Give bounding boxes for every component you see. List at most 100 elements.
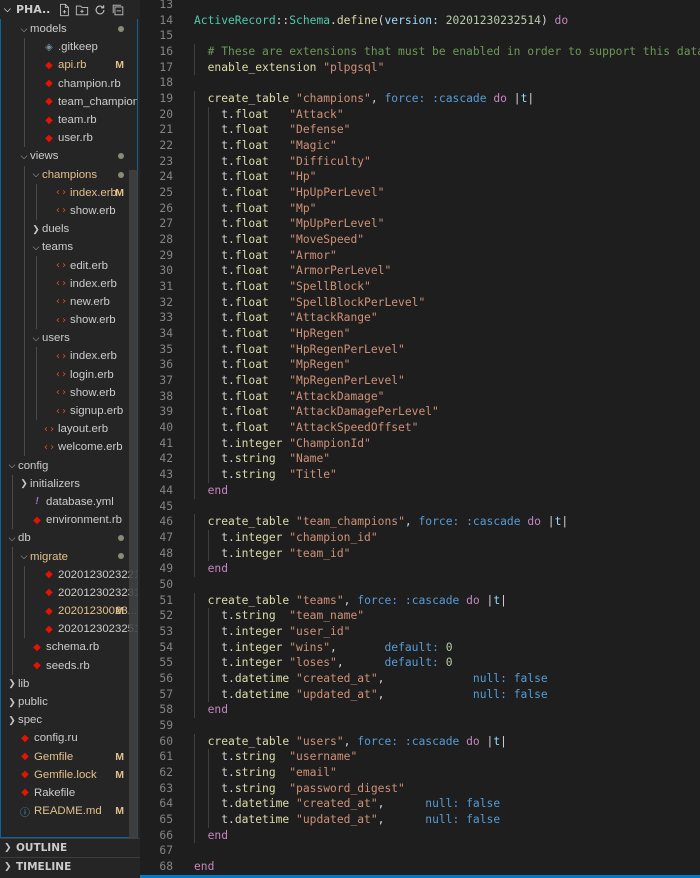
- folder-item[interactable]: ⌵ teams: [1, 238, 137, 256]
- code-line[interactable]: 14 ActiveRecord::Schema.define(version: 2…: [140, 13, 700, 29]
- code-line[interactable]: 61 t.string "username": [140, 749, 700, 765]
- code-line[interactable]: 50: [140, 577, 700, 593]
- file-item[interactable]: ◆ 20201230232316...: [1, 584, 137, 602]
- folder-item[interactable]: ❯ lib: [1, 675, 137, 693]
- file-item[interactable]: ◆ seeds.rb: [1, 657, 137, 675]
- code-line[interactable]: 24 t.float "Hp": [140, 169, 700, 186]
- code-line[interactable]: 67: [140, 843, 700, 859]
- code-line[interactable]: 20 t.float "Attack": [140, 106, 700, 123]
- file-item[interactable]: ◆ team.rb: [1, 111, 137, 129]
- file-item[interactable]: ◈ .gitkeep: [1, 38, 137, 56]
- code-line[interactable]: 44 end: [140, 482, 700, 499]
- code-line[interactable]: 18: [140, 75, 700, 91]
- code-line[interactable]: 49 end: [140, 561, 700, 577]
- folder-item[interactable]: ⌵ views: [1, 147, 137, 165]
- file-item[interactable]: ◆ 20201230232217...: [1, 566, 137, 584]
- code-line[interactable]: 40 t.float "AttackSpeedOffset": [140, 420, 700, 436]
- code-line[interactable]: 26 t.float "Mp": [140, 200, 700, 217]
- code-line[interactable]: 53 t.integer "user_id": [140, 623, 700, 640]
- file-item[interactable]: ‹› show.erb: [1, 202, 137, 220]
- timeline-panel-header[interactable]: ❯ TIMELINE: [0, 857, 140, 876]
- code-line[interactable]: 19 create_table "champions", force: :cas…: [140, 91, 700, 107]
- file-item[interactable]: ‹› show.erb: [1, 311, 137, 329]
- code-line[interactable]: 38 t.float "AttackDamage": [140, 388, 700, 405]
- code-line[interactable]: 48 t.integer "team_id": [140, 545, 700, 562]
- code-line[interactable]: 43 t.string "Title": [140, 467, 700, 483]
- code-line[interactable]: 16 # These are extensions that must be e…: [140, 44, 700, 60]
- code-line[interactable]: 63 t.string "password_digest": [140, 780, 700, 797]
- file-item[interactable]: ◆ Gemfile.lock M: [1, 766, 137, 784]
- code-line[interactable]: 23 t.float "Difficulty": [140, 153, 700, 170]
- code-line[interactable]: 60 create_table "users", force: :cascade…: [140, 733, 700, 750]
- code-line[interactable]: 45: [140, 499, 700, 515]
- code-line[interactable]: 66 end: [140, 827, 700, 844]
- file-item[interactable]: ◆ api.rb M: [1, 56, 137, 74]
- file-item[interactable]: ◆ environment.rb: [1, 511, 137, 529]
- code-line[interactable]: 55 t.integer "loses", default: 0: [140, 655, 700, 671]
- code-line[interactable]: 25 t.float "HpUpPerLevel": [140, 185, 700, 201]
- file-item[interactable]: ◆ Gemfile M: [1, 748, 137, 766]
- refresh-icon[interactable]: [92, 2, 107, 17]
- code-line[interactable]: 27 t.float "MpUpPerLevel": [140, 216, 700, 233]
- outline-panel-header[interactable]: ❯ OUTLINE: [0, 838, 140, 857]
- folder-item[interactable]: ⌵ models: [1, 20, 137, 38]
- code-line[interactable]: 39 t.float "AttackDamagePerLevel": [140, 404, 700, 421]
- code-line[interactable]: 29 t.float "Armor": [140, 247, 700, 264]
- code-line[interactable]: 64 t.datetime "created_at", null: false: [140, 796, 700, 812]
- file-item[interactable]: ‹› signup.erb: [1, 402, 137, 420]
- code-editor[interactable]: 13 14 ActiveRecord::Schema.define(version:…: [140, 0, 700, 878]
- explorer-header[interactable]: ⌵ PHA...: [0, 0, 140, 19]
- file-item[interactable]: ‹› welcome.erb: [1, 438, 137, 456]
- file-item[interactable]: ◆ 20201230232514...: [1, 620, 137, 638]
- file-item[interactable]: ◆ Rakefile: [1, 784, 137, 802]
- file-item[interactable]: ◆ config.ru: [1, 729, 137, 747]
- code-line[interactable]: 68 end: [140, 859, 700, 875]
- code-line[interactable]: 22 t.float "Magic": [140, 138, 700, 154]
- folder-item[interactable]: ❯ initializers: [1, 475, 137, 493]
- sidebar-scrollbar[interactable]: [129, 170, 138, 838]
- file-item[interactable]: ‹› show.erb: [1, 384, 137, 402]
- file-item[interactable]: ‹› new.erb: [1, 293, 137, 311]
- file-item[interactable]: ◆ user.rb: [1, 129, 137, 147]
- code-line[interactable]: 57 t.datetime "updated_at", null: false: [140, 686, 700, 703]
- code-line[interactable]: 37 t.float "MpRegenPerLevel": [140, 373, 700, 389]
- code-line[interactable]: 15: [140, 28, 700, 44]
- file-item[interactable]: ‹› edit.erb: [1, 256, 137, 274]
- code-line[interactable]: 33 t.float "AttackRange": [140, 310, 700, 327]
- code-line[interactable]: 41 t.integer "ChampionId": [140, 435, 700, 452]
- file-item[interactable]: ‹› login.erb: [1, 366, 137, 384]
- code-line[interactable]: 21 t.float "Defense": [140, 122, 700, 139]
- file-item[interactable]: ◆ champion.rb: [1, 75, 137, 93]
- file-item[interactable]: ◆ schema.rb: [1, 638, 137, 656]
- code-line[interactable]: 35 t.float "HpRegenPerLevel": [140, 341, 700, 358]
- file-item[interactable]: ‹› layout.erb: [1, 420, 137, 438]
- code-line[interactable]: 52 t.string "team_name": [140, 608, 700, 624]
- code-line[interactable]: 31 t.float "SpellBlock": [140, 279, 700, 295]
- folder-item[interactable]: ⌵ migrate: [1, 547, 137, 565]
- file-item[interactable]: ‹› index.erb M: [1, 184, 137, 202]
- file-item[interactable]: ◆ team_champion.rb: [1, 93, 137, 111]
- code-line[interactable]: 65 t.datetime "updated_at", null: false: [140, 811, 700, 828]
- folder-item[interactable]: ⌵ db: [1, 529, 137, 547]
- code-line[interactable]: 36 t.float "MpRegen": [140, 357, 700, 374]
- chevron-down-icon[interactable]: ⌵: [4, 5, 16, 15]
- folder-item[interactable]: ⌵ users: [1, 329, 137, 347]
- code-line[interactable]: 56 t.datetime "created_at", null: false: [140, 670, 700, 687]
- collapse-all-icon[interactable]: [110, 2, 125, 17]
- code-line[interactable]: 17 enable_extension "plpgsql": [140, 59, 700, 76]
- folder-item[interactable]: ⌵ champions: [1, 166, 137, 184]
- folder-item[interactable]: ❯ public: [1, 693, 137, 711]
- code-line[interactable]: 54 t.integer "wins", default: 0: [140, 639, 700, 656]
- folder-item[interactable]: ❯ duels: [1, 220, 137, 238]
- code-line[interactable]: 46 create_table "team_champions", force:…: [140, 514, 700, 530]
- code-line[interactable]: 58 end: [140, 702, 700, 718]
- code-line[interactable]: 13: [140, 0, 700, 13]
- code-line[interactable]: 34 t.float "HpRegen": [140, 326, 700, 342]
- file-item[interactable]: ◆ 20201230023... M: [1, 602, 137, 620]
- folder-item[interactable]: ❯ spec: [1, 711, 137, 729]
- new-file-icon[interactable]: [56, 2, 71, 17]
- file-item[interactable]: ‹› index.erb: [1, 347, 137, 365]
- code-line[interactable]: 59: [140, 718, 700, 734]
- folder-item[interactable]: ⌵ config: [1, 457, 137, 475]
- code-line[interactable]: 42 t.string "Name": [140, 451, 700, 468]
